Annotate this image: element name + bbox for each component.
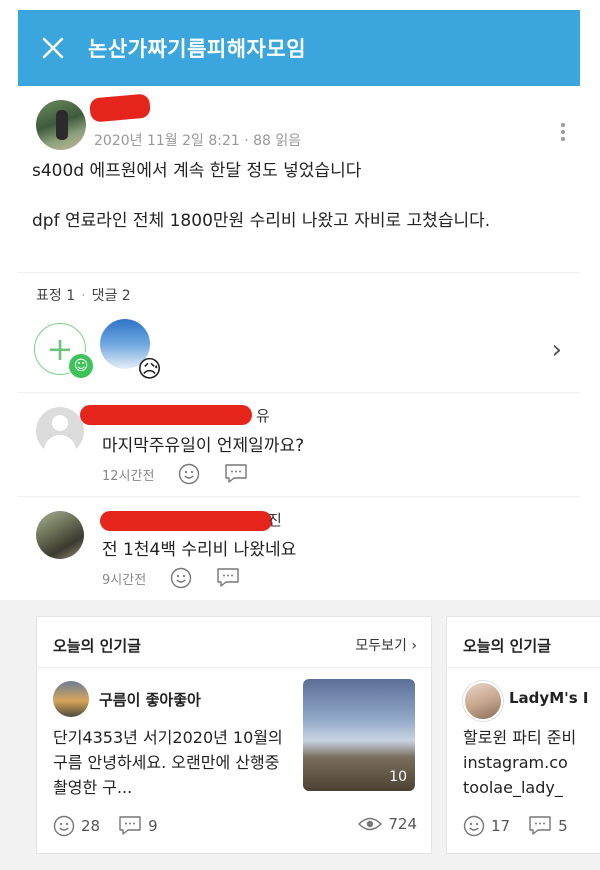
source-avatar [463, 681, 503, 721]
author-avatar[interactable] [36, 100, 86, 150]
smile-icon [463, 815, 485, 837]
post-meta: 2020년 11월 2일 8:21 · 88 읽음 [94, 133, 302, 149]
emotion-count[interactable]: 표정 1 [36, 288, 75, 304]
smile-icon [170, 567, 192, 589]
source-name: 구름이 좋아좋아 [99, 691, 201, 709]
comment-item: 유 마지막주유일이 언제일까요? 12시간전 [18, 392, 580, 497]
sad-face-icon: 😥 [136, 355, 162, 383]
commenter-name[interactable]: 진 [268, 509, 282, 530]
post-paragraph: dpf 연료라인 전체 1800만원 수리비 나왔고 자비로 고쳤습니다. [32, 211, 491, 231]
post-thumbnail[interactable]: 10 [303, 679, 415, 791]
divider [37, 667, 431, 668]
comment-stat: 9 [118, 815, 158, 837]
dot-icon [561, 137, 565, 141]
speech-bubble-icon [217, 568, 239, 587]
like-count: 28 [81, 817, 101, 835]
close-icon [42, 37, 64, 59]
chevron-right-icon[interactable]: › [552, 335, 562, 365]
image-count: 10 [389, 769, 407, 785]
like-stat: 17 [463, 815, 510, 837]
dot-icon [561, 130, 565, 134]
comment-item: 진 전 1천4백 수리비 나왔네요 9시간전 [18, 496, 580, 601]
more-menu-button[interactable] [560, 120, 566, 144]
see-all-link[interactable]: 모두보기 › [355, 635, 417, 655]
eye-icon [358, 817, 383, 831]
popular-posts-section: 오늘의 인기글 모두보기 › 구름이 좋아좋아 단기4353년 서기2020년 … [0, 600, 600, 870]
dot-icon [561, 123, 565, 127]
view-stat: 724 [358, 815, 417, 833]
like-stat: 28 [53, 815, 100, 837]
reply-button[interactable] [224, 463, 248, 485]
comment-footer: 9시간전 [102, 567, 240, 589]
smile-icon [179, 463, 200, 485]
react-button[interactable] [178, 463, 200, 485]
speech-bubble-icon [529, 816, 551, 835]
separator-dot: · [81, 288, 86, 304]
commenter-avatar[interactable] [36, 511, 84, 559]
comment-footer: 12시간전 [102, 463, 248, 485]
card-text: 할로윈 파티 준비 instagram.co toolae_lady_ [463, 728, 577, 797]
reaction-counts: 표정 1 · 댓글 2 [18, 273, 580, 317]
comment-stat: 5 [528, 815, 568, 837]
post: M 2020년 11월 2일 8:21 · 88 읽음 s400d 에프원에서 … [18, 86, 580, 258]
card-title: 오늘의 인기글 [463, 637, 552, 655]
react-button[interactable] [170, 567, 192, 589]
source-avatar [53, 681, 89, 717]
divider [447, 667, 600, 668]
comment-count[interactable]: 댓글 2 [92, 288, 131, 304]
card-stats: 17 5 [463, 815, 586, 837]
view-count: 724 [388, 815, 417, 833]
author-row: M 2020년 11월 2일 8:21 · 88 읽음 [18, 86, 580, 158]
redaction-mark [100, 511, 272, 531]
add-reaction-button[interactable]: + ☺ [34, 323, 95, 380]
commenter-avatar[interactable] [36, 407, 84, 455]
reply-button[interactable] [216, 567, 240, 589]
page-title: 논산가짜기름피해자모임 [88, 37, 307, 61]
card-text: 단기4353년 서기2020년 10월의 구름 안녕하세요. 오랜만에 산행중 … [53, 728, 283, 797]
reactions-section: 표정 1 · 댓글 2 + ☺ 😥 › [18, 272, 580, 397]
smile-icon: ☺ [67, 352, 95, 380]
comment-count: 5 [558, 817, 568, 835]
commenter-name[interactable]: 유 [256, 405, 270, 426]
card-title: 오늘의 인기글 [53, 637, 142, 655]
comment-text: 전 1천4백 수리비 나왔네요 [102, 540, 297, 560]
comment-text: 마지막주유일이 언제일까요? [102, 436, 305, 456]
speech-bubble-icon [225, 464, 248, 483]
comment-count: 9 [148, 817, 158, 835]
speech-bubble-icon [119, 816, 141, 835]
source-name: LadyM's I [509, 689, 589, 707]
post-paragraph: s400d 에프원에서 계속 한달 정도 넣었습니다 [32, 161, 362, 181]
emoji-row: + ☺ 😥 › [18, 317, 580, 397]
close-button[interactable] [18, 36, 88, 60]
popular-card[interactable]: 오늘의 인기글 LadyM's I 할로윈 파티 준비 instagram.co… [446, 616, 600, 854]
smile-icon [53, 815, 75, 837]
popular-card[interactable]: 오늘의 인기글 모두보기 › 구름이 좋아좋아 단기4353년 서기2020년 … [36, 616, 432, 854]
comment-time: 9시간전 [102, 572, 147, 588]
redaction-mark [80, 405, 252, 425]
comment-time: 12시간전 [102, 468, 155, 484]
app-header: 논산가짜기름피해자모임 [18, 10, 580, 86]
card-stats: 28 9 [53, 815, 176, 837]
post-body: s400d 에프원에서 계속 한달 정도 넣었습니다 dpf 연료라인 전체 1… [18, 158, 580, 234]
redaction-mark [89, 93, 151, 123]
reactor-avatar[interactable]: 😥 [100, 319, 162, 383]
like-count: 17 [491, 817, 511, 835]
